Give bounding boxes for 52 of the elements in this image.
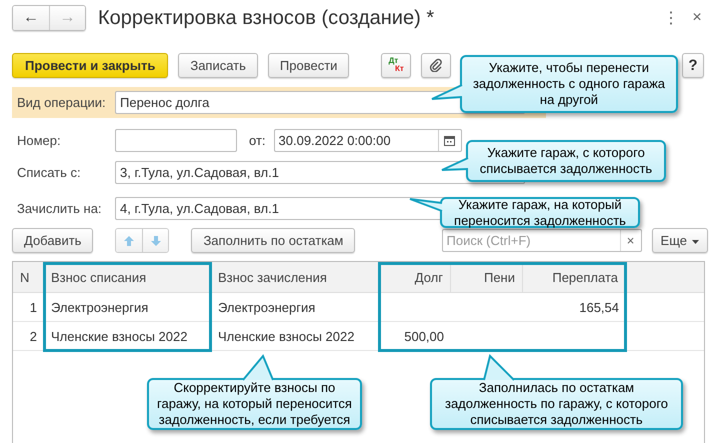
toolbar-button[interactable]: Провести (268, 52, 350, 78)
callout-pointer (410, 199, 442, 213)
table-cell-text: 165,54 (578, 298, 620, 316)
move-up-button[interactable] (116, 229, 142, 252)
callout: Скорректируйте взносы по гаражу, на который переносится задолженность, если требуется (147, 378, 362, 430)
column-header: N (13, 262, 44, 292)
paperclip-icon (429, 58, 444, 72)
caret-icon (692, 240, 699, 244)
field-label: Номер: (17, 132, 62, 148)
column-header: Пени (451, 262, 523, 292)
add-button[interactable]: Добавить (12, 228, 94, 253)
table-cell-text: 500,00 (403, 328, 445, 346)
table-cell-text: 1 (28, 298, 38, 316)
arrow-down-icon (150, 234, 162, 246)
number-field[interactable] (115, 128, 237, 152)
field-label: Вид операции: (17, 95, 107, 110)
menu-button[interactable]: ⋮ (658, 8, 684, 28)
clear-button[interactable]: × (620, 230, 641, 251)
callout: Укажите гараж, на который переносится задолженность (440, 197, 640, 228)
column-header: Переплата (523, 262, 626, 292)
field-label: Зачислить на: (17, 200, 103, 216)
fill-button[interactable]: Заполнить по остаткам (191, 228, 356, 253)
search-field[interactable]: Поиск (Ctrl+F) × (442, 229, 642, 252)
table-cell-text: Электроэнергия (50, 298, 150, 317)
help-button[interactable]: ? (682, 52, 704, 78)
field-label: от: (249, 132, 266, 148)
table-cell-text: Членские взносы 2022 (217, 328, 356, 346)
column-header: Взнос списания (44, 262, 211, 292)
table-cell-text: 2 (28, 328, 38, 346)
column-header: Взнос зачисления (211, 262, 379, 292)
toolbar-button[interactable]: Записать (178, 52, 258, 78)
window-title: Корректировка взносов (создание) * (98, 6, 436, 30)
move-down-button[interactable] (142, 229, 168, 252)
more-button[interactable]: Еще (652, 228, 708, 253)
table-cell-text: Электроэнергия (217, 298, 316, 317)
table-cell-text: Членские взносы 2022 (50, 328, 188, 346)
close-button[interactable]: × (684, 9, 710, 27)
date-field[interactable]: 30.09.2022 0:00:00 (274, 128, 462, 152)
debit-credit-button[interactable]: Дт Кт (381, 52, 412, 78)
column-header: Долг (379, 262, 451, 292)
callout-pointer (432, 85, 462, 101)
date-value: 30.09.2022 0:00:00 (278, 132, 391, 148)
callout: Укажите гараж, с которого списывается задолженность (466, 140, 666, 182)
callout: Укажите, чтобы перенести задолженность с одного гаража на другой (460, 55, 678, 113)
post-and-close-button[interactable]: Провести и закрыть (12, 52, 168, 78)
back-button[interactable]: ← (13, 6, 49, 30)
field-label: Списать с: (17, 164, 82, 180)
calendar-icon (444, 134, 456, 146)
callout-pointer (442, 158, 468, 172)
attach-button[interactable] (421, 52, 452, 78)
callout: Заполнилась по остаткам задолженность по гаражу, с которого списывается задолженность (430, 378, 683, 430)
arrow-up-icon (123, 234, 136, 246)
